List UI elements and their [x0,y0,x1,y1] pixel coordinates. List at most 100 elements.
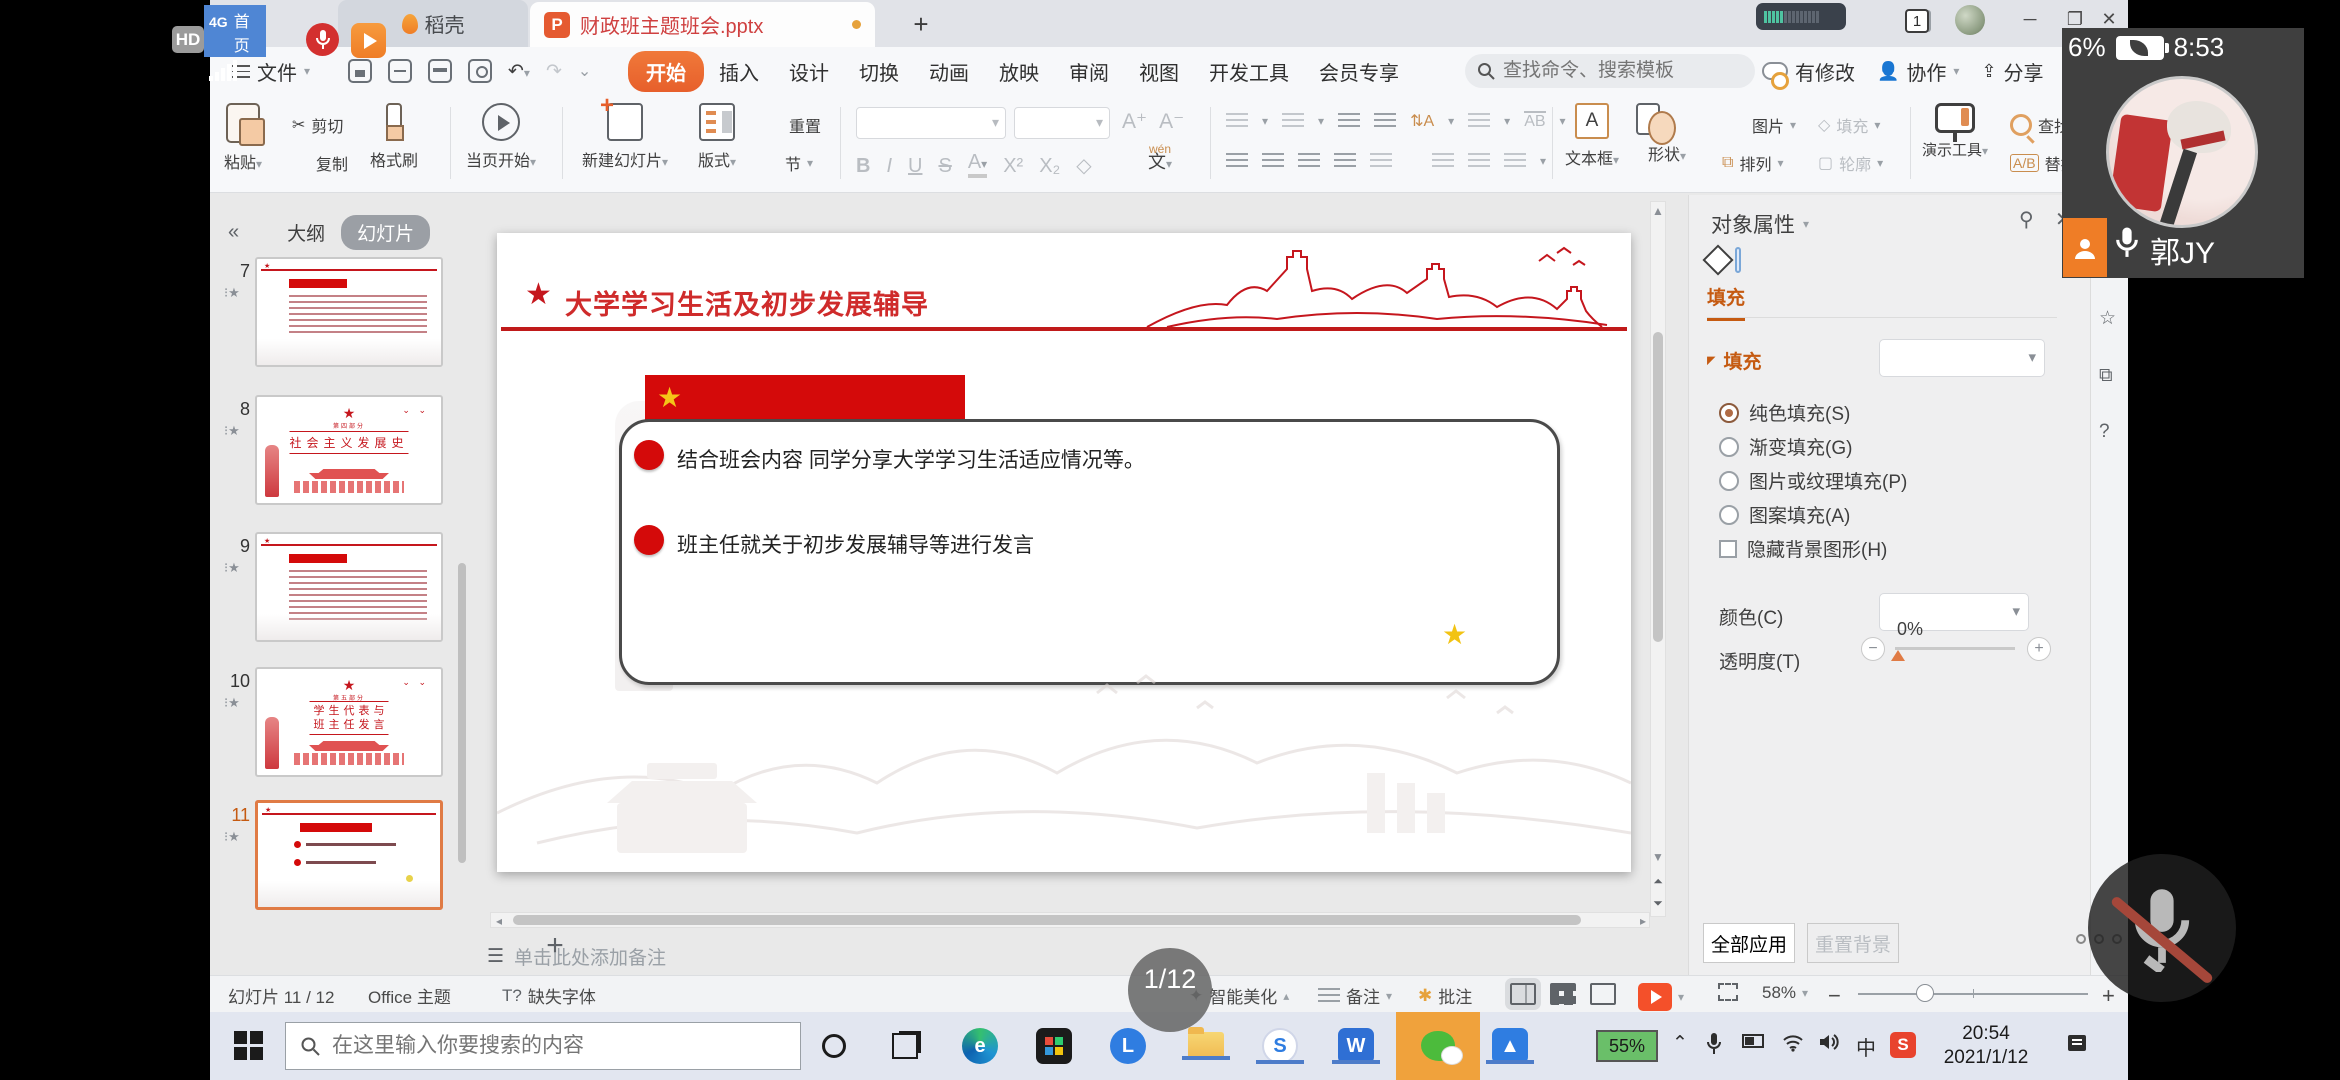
undo-icon[interactable]: ↶▾ [508,60,530,83]
slide-sorter-view-button[interactable] [1550,983,1576,1005]
transparency-minus-button[interactable]: − [1861,637,1885,661]
tray-expand-icon[interactable]: ⌃ [1672,1032,1688,1055]
previous-slide-button[interactable]: ⏶ [1651,874,1665,889]
radio-texture-fill[interactable]: 图片或纹理填充(P) [1719,467,1907,494]
text-direction-icon[interactable]: ⇅A [1410,111,1434,131]
slide-canvas[interactable]: ★ 大学学习生活及初步发展辅导 ★ 结合班会内容 同学分享大学学习生活适应情况等… [497,233,1631,872]
shapes-button[interactable]: 形状▾ [1648,103,1686,165]
paste-button[interactable]: 粘贴▾ [224,103,262,173]
cortana-button[interactable] [822,1034,846,1058]
scroll-left-icon[interactable]: ◂ [493,914,505,928]
font-increase-button[interactable]: A⁺ [1122,109,1147,134]
font-size-select[interactable] [1014,107,1110,139]
tray-wifi-icon[interactable] [1782,1032,1804,1052]
tab-slides[interactable]: 幻灯片 [341,215,430,250]
scrollbar-thumb[interactable] [513,915,1581,925]
sunlogin-button[interactable]: S [1262,1028,1298,1064]
collaborate-button[interactable]: 👤协作▾ [1877,57,1959,86]
align-right-icon[interactable] [1298,153,1320,169]
comments-toggle[interactable]: ✱批注 [1418,983,1472,1008]
account-avatar[interactable] [1955,5,1985,35]
menu-member[interactable]: 会员专享 [1304,51,1414,92]
theme-name[interactable]: Office 主题 [368,983,451,1008]
missing-font-warning[interactable]: T?缺失字体 [502,983,596,1008]
print-preview-icon[interactable] [468,59,492,83]
collapse-pane-button[interactable]: « [228,221,239,244]
wps-button[interactable]: W [1338,1028,1374,1064]
print-icon[interactable] [428,59,452,83]
fill-preset-dropdown[interactable] [1879,339,2045,377]
slide-red-banner[interactable]: ★ [645,375,965,425]
slide-bullet-1[interactable]: 结合班会内容 同学分享大学学习生活适应情况等。 [677,444,1145,474]
font-decrease-button[interactable]: A⁻ [1159,109,1184,134]
tab-count-badge[interactable]: 1 [1905,9,1929,33]
panel-title-menu[interactable]: 对象属性▾ [1711,209,1809,239]
tab-outline[interactable]: 大纲 [287,219,325,246]
zoom-level[interactable]: 58%▾ [1762,983,1808,1003]
menu-animation[interactable]: 动画 [914,51,984,92]
normal-view-button[interactable] [1510,983,1536,1005]
subscript-button[interactable]: X₂ [1039,155,1060,178]
transparency-plus-button[interactable]: + [2027,637,2051,661]
strikethrough-button[interactable]: S [938,155,951,178]
zoom-slider-handle[interactable] [1916,984,1934,1002]
char-spacing-icon[interactable]: AB [1524,111,1545,131]
share-button[interactable]: ⇪分享 [1981,57,2043,86]
toolbar-more-icon[interactable]: ⌄ [578,61,591,81]
slide-thumbnail-11-selected[interactable]: ★ [255,800,443,910]
tray-battery-icon[interactable] [1742,1032,1764,1054]
menu-review[interactable]: 审阅 [1054,51,1124,92]
wechat-button-active[interactable] [1396,1012,1480,1080]
outline-button[interactable]: ▢轮廓▾ [1818,151,1883,175]
transparency-slider[interactable] [1895,647,2015,650]
reading-view-button[interactable] [1590,983,1616,1005]
picture-button[interactable]: 图片▾ [1722,113,1796,137]
store-button[interactable] [1036,1028,1072,1064]
new-tab-button[interactable]: + [905,8,937,40]
menu-home[interactable]: 开始 [628,51,704,92]
tray-speaker-icon[interactable] [1818,1032,1840,1052]
underline-button[interactable]: U [908,155,922,178]
align-left-icon[interactable] [1226,153,1248,169]
textbox-button[interactable]: A 文本框▾ [1565,103,1619,169]
outdent-icon[interactable] [1338,113,1360,129]
superscript-button[interactable]: X² [1003,155,1023,178]
row-spacing-icon[interactable] [1432,153,1454,169]
clock-app-button[interactable]: L [1110,1028,1146,1064]
scrollbar-thumb[interactable] [1653,332,1663,642]
fit-slide-button[interactable] [1718,983,1738,1001]
menu-devtools[interactable]: 开发工具 [1194,51,1304,92]
pin-icon[interactable]: ⚲ [2019,207,2034,232]
bullet-list-icon[interactable] [1226,113,1248,129]
modified-status[interactable]: 有修改 [1762,57,1855,86]
minimize-button[interactable]: ─ [2015,6,2045,32]
notes-toggle[interactable]: 备注▾ [1318,983,1392,1008]
slide-thumbnail-8[interactable]: ★ 第四部分 社会主义发展史 ⌄ ⌄ [255,395,443,505]
cut-button[interactable]: ✂剪切 [292,113,343,137]
action-center-icon[interactable] [2066,1032,2090,1056]
scroll-down-icon[interactable]: ▼ [1651,850,1665,864]
radio-solid-fill[interactable]: 纯色填充(S) [1719,399,1850,426]
slide-thumbnail-7[interactable]: ★ [255,257,443,367]
menu-view[interactable]: 视图 [1124,51,1194,92]
tab-document-active[interactable]: P 财政班主题班会.pptx [530,2,875,47]
taskbar-clock[interactable]: 20:542021/1/12 [1926,1022,2046,1070]
save-icon[interactable] [348,59,372,83]
radio-gradient-fill[interactable]: 渐变填充(G) [1719,433,1852,460]
menu-insert[interactable]: 插入 [704,51,774,92]
paragraph-spacing-icon[interactable] [1504,153,1526,169]
next-slide-button[interactable]: ⏷ [1651,896,1665,911]
start-button[interactable] [234,1031,264,1061]
fill-section-header[interactable]: 填充 [1707,347,1761,374]
clear-format-button[interactable]: ◇ [1076,153,1091,178]
pinyin-guide-button[interactable]: wén 文▾ [1148,143,1172,171]
reset-background-button[interactable]: 重置背景 [1807,923,1899,963]
reset-button[interactable]: 重置 [761,113,821,137]
redo-icon[interactable]: ↷ [546,60,562,83]
presenter-video-overlay[interactable]: 6% 8:53 郭JY [2062,28,2304,278]
notes-bar[interactable]: ☰ 单击此处添加备注 [487,941,1667,971]
align-justify-icon[interactable] [1334,153,1356,169]
edge-browser-button[interactable]: e [962,1028,998,1064]
slider-marker-icon[interactable] [1891,650,1905,661]
recording-mic-button[interactable] [306,23,339,56]
